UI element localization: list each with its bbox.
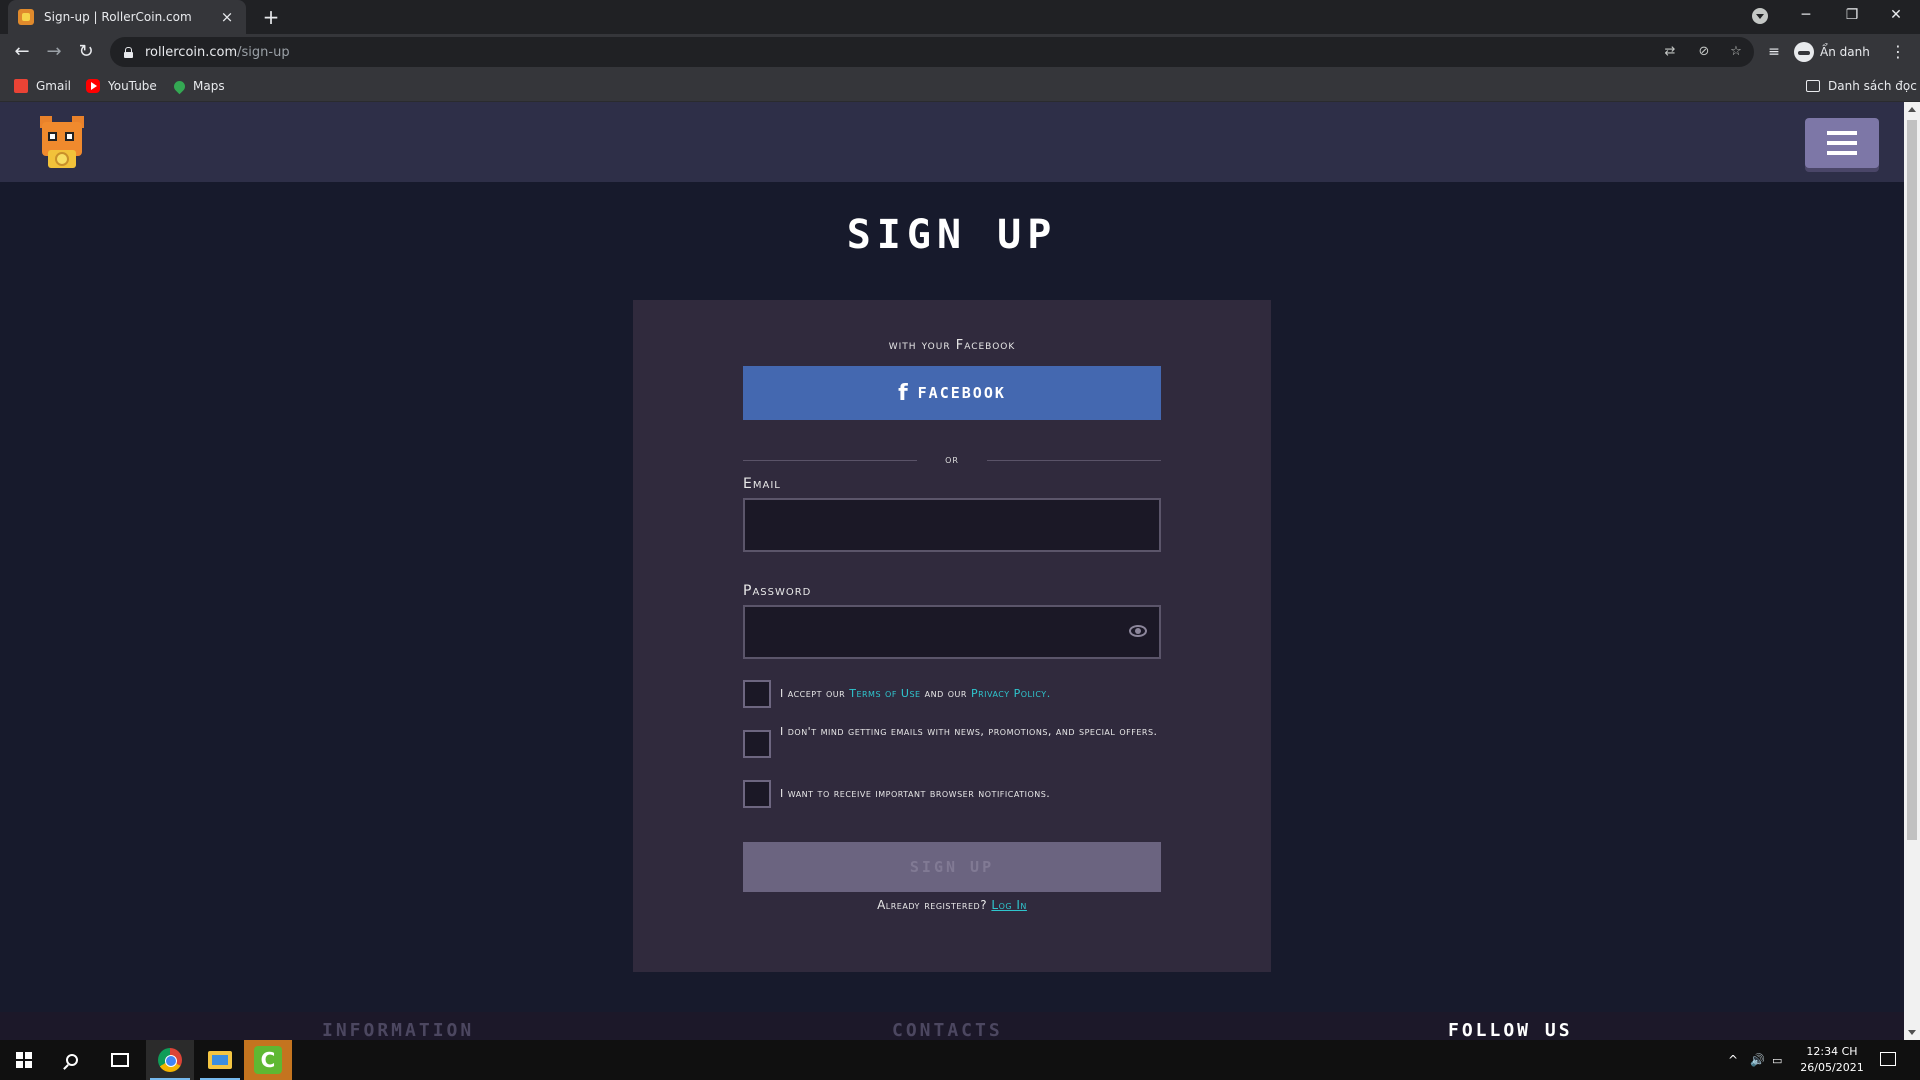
incognito-profile-button[interactable]: Ẩn danh [1790,39,1878,65]
system-clock[interactable]: 12:34 CH 26/05/2021 [1792,1044,1872,1076]
translate-icon[interactable]: ⇄ [1662,44,1678,60]
maps-icon [171,78,188,94]
windows-taskbar: C ^ 🔊 ▭ 12:34 CH 26/05/2021 [0,1040,1920,1080]
bitcoin-coin-icon [55,152,69,166]
bookmark-star-icon[interactable]: ☆ [1728,44,1744,60]
or-divider: or [743,452,1161,468]
clock-date: 26/05/2021 [1800,1061,1864,1074]
file-explorer-icon [208,1051,232,1069]
emails-consent-text: I don't mind getting emails with news, p… [780,725,1158,738]
reload-icon[interactable]: ↻ [74,40,98,64]
signup-card: with your Facebook f FACEBOOK or Email P… [633,300,1271,972]
site-footer: INFORMATION CONTACTS FOLLOW US [0,1012,1904,1040]
minimize-icon[interactable]: ─ [1784,0,1828,30]
reading-list-icon [1806,80,1820,92]
tab-title: Sign-up | RollerCoin.com [44,10,192,24]
footer-contacts-heading: CONTACTS [892,1020,1003,1040]
windows-logo-icon [16,1052,32,1068]
bookmarks-bar: Gmail YouTube Maps Danh sách đọc [0,70,1920,102]
close-window-icon[interactable]: ✕ [1874,0,1918,30]
reading-list-button[interactable]: Danh sách đọc [1806,77,1917,95]
notifications-checkbox-row: I want to receive important browser noti… [743,780,1161,808]
rollercoin-logo[interactable] [40,116,84,168]
scroll-up-icon[interactable] [1908,107,1916,112]
volume-icon[interactable]: 🔊 [1750,1040,1765,1080]
taskbar-file-explorer[interactable] [196,1040,244,1080]
login-link[interactable]: Log In [991,898,1027,912]
show-password-eye-icon[interactable] [1129,625,1147,637]
scroll-down-icon[interactable] [1908,1030,1916,1035]
browser-tab-bar: Sign-up | RollerCoin.com × + ─ ❐ ✕ [0,0,1920,34]
site-header [0,102,1904,182]
scrollbar-thumb[interactable] [1907,120,1917,840]
terms-text: I accept our Terms of Use and our Privac… [780,687,1051,700]
page-scrollbar[interactable] [1904,102,1920,1040]
notification-center-icon[interactable] [1880,1052,1896,1066]
tracking-blocked-eye-icon[interactable]: ⊘ [1696,44,1712,60]
rollercoin-favicon-icon [18,9,34,25]
notifications-consent-text: I want to receive important browser noti… [780,787,1051,800]
terms-of-use-link[interactable]: Terms of Use [849,687,920,700]
terms-checkbox-row: I accept our Terms of Use and our Privac… [743,680,1161,708]
lock-icon[interactable] [124,46,133,58]
task-view-icon [111,1053,129,1067]
facebook-icon: f [898,380,908,406]
clock-time: 12:34 CH [1806,1045,1858,1058]
search-icon [66,1054,78,1066]
address-bar[interactable]: rollercoin.com/sign-up ⇄ ⊘ ☆ [110,37,1754,67]
emails-checkbox-row: I don't mind getting emails with news, p… [743,724,1161,758]
back-icon[interactable]: ← [10,40,34,64]
network-icon[interactable]: ▭ [1772,1040,1782,1080]
bookmark-maps[interactable]: Maps [171,77,225,95]
notifications-checkbox[interactable] [743,780,771,808]
tab-search-icon[interactable] [1752,8,1768,24]
incognito-icon [1794,42,1814,62]
new-tab-button[interactable]: + [258,4,284,30]
gmail-icon [14,79,28,93]
page-title: SIGN UP [846,212,1058,258]
email-field-wrapper [743,498,1161,552]
browser-toolbar: ← → ↻ rollercoin.com/sign-up ⇄ ⊘ ☆ ≡ Ẩn … [0,34,1920,70]
emails-consent-checkbox[interactable] [743,730,771,758]
taskbar-camtasia[interactable]: C [244,1040,292,1080]
footer-follow-us-heading: FOLLOW US [1448,1020,1573,1040]
email-field[interactable] [745,500,1159,550]
forward-icon[interactable]: → [42,40,66,64]
camtasia-icon: C [254,1046,282,1074]
hamburger-menu-button[interactable] [1805,118,1879,168]
terms-checkbox[interactable] [743,680,771,708]
browser-tab-active[interactable]: Sign-up | RollerCoin.com × [8,0,246,34]
facebook-signup-button[interactable]: f FACEBOOK [743,366,1161,420]
or-text: or [945,452,959,466]
incognito-label: Ẩn danh [1820,45,1870,59]
taskbar-chrome[interactable] [146,1040,194,1080]
email-label: Email [743,476,781,492]
tab-close-icon[interactable]: × [218,8,236,26]
privacy-policy-link[interactable]: Privacy Policy [971,687,1047,700]
hamburger-menu-icon [1827,131,1857,135]
facebook-caption: with your Facebook [888,338,1016,353]
password-label: Password [743,583,812,599]
footer-information-heading: INFORMATION [322,1020,475,1040]
restore-icon[interactable]: ❐ [1830,0,1874,30]
task-view-button[interactable] [96,1040,144,1080]
signup-submit-button[interactable]: SIGN UP [743,842,1161,892]
tray-expand-icon[interactable]: ^ [1728,1040,1738,1080]
password-field[interactable] [745,607,1159,657]
bookmark-youtube[interactable]: YouTube [86,77,157,95]
youtube-icon [86,79,100,93]
taskbar-search-button[interactable] [48,1040,96,1080]
media-control-icon[interactable]: ≡ [1762,40,1786,64]
url-text: rollercoin.com/sign-up [145,44,290,60]
facebook-button-label: FACEBOOK [917,384,1006,402]
password-field-wrapper [743,605,1161,659]
signup-button-label: SIGN UP [909,858,995,876]
chrome-icon [158,1048,182,1072]
already-registered-text: Already registered? Log In [877,898,1027,912]
bookmark-gmail[interactable]: Gmail [14,77,71,95]
page-viewport: SIGN UP with your Facebook f FACEBOOK or… [0,102,1904,1040]
start-button[interactable] [0,1040,48,1080]
browser-menu-icon[interactable]: ⋮ [1886,40,1910,64]
